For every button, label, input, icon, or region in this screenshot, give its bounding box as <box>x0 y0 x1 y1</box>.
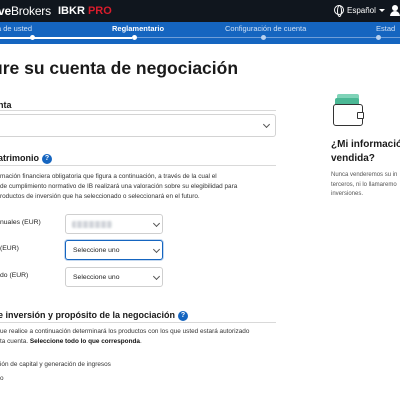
step-dot <box>261 35 266 40</box>
page-title: ure su cuenta de negociación <box>0 58 239 78</box>
step-account-config[interactable]: Configuración de cuenta <box>225 24 306 33</box>
objective-option[interactable]: o <box>0 375 4 382</box>
liquid-net-worth-select[interactable]: Seleccione uno <box>65 267 163 287</box>
user-icon-body <box>390 11 400 16</box>
step-status[interactable]: Estad <box>376 24 395 33</box>
wallet-icon <box>333 94 364 128</box>
net-worth-heading-text: atrimonio <box>0 153 40 163</box>
sidebar-text: Nunca venderemos su in terceros, ni lo l… <box>331 172 398 197</box>
paragraph-line: roductos de inversión que ha seleccionad… <box>0 193 200 200</box>
objective-option-capital-income[interactable]: ión de capital y generación de ingresos <box>0 361 111 368</box>
blurred-value <box>72 221 112 228</box>
caret-down-icon <box>378 8 385 12</box>
chevron-down-icon <box>152 219 161 228</box>
paragraph-line: de cumplimiento normativo de IB realizar… <box>0 183 238 190</box>
chevron-down-icon <box>152 272 161 281</box>
annual-income-label: nuales (EUR) <box>0 219 41 226</box>
investment-objectives-heading-text: e inversión y propósito de la negociació… <box>0 310 176 320</box>
net-worth-description: mación financiera obligatoria que figura… <box>0 172 268 202</box>
wallet-clasp <box>357 112 364 119</box>
help-icon[interactable]: ? <box>42 153 53 164</box>
select-value: Seleccione uno <box>73 247 120 254</box>
annual-income-select[interactable] <box>65 214 163 234</box>
user-icon[interactable] <box>389 5 400 17</box>
language-label: Español <box>347 5 376 15</box>
paragraph-line: ue realice a continuación determinará lo… <box>0 328 250 335</box>
net-worth-heading: atrimonio? <box>0 153 53 164</box>
section-divider <box>0 165 276 166</box>
top-navigation-bar: veBrokers IBKR PRO Español <box>0 0 400 22</box>
paragraph-line: ta cuenta. Seleccione todo lo que corres… <box>0 337 290 347</box>
net-worth-select[interactable]: Seleccione uno <box>65 240 163 260</box>
brand-logo-bold: ve <box>0 4 11 18</box>
step-dot <box>30 35 35 40</box>
paragraph-line: mación financiera obligatoria que figura… <box>0 173 217 180</box>
progress-steps: a de usted Reglamentario Configuración d… <box>0 22 400 44</box>
help-icon[interactable]: ? <box>178 310 189 321</box>
paragraph-emphasis: Seleccione todo lo que corresponda <box>29 338 140 345</box>
net-worth-label: (EUR) <box>0 245 19 252</box>
select-value: Seleccione uno <box>73 274 120 281</box>
paragraph-text: ta cuenta. <box>0 338 30 345</box>
language-selector[interactable]: Español <box>334 5 385 17</box>
sidebar-title: ¿Mi informació vendida? <box>331 139 400 164</box>
section-divider <box>0 322 276 323</box>
chevron-down-icon <box>262 120 271 129</box>
investment-objectives-description: ue realice a continuación determinará lo… <box>0 327 290 347</box>
product-name-suffix: PRO <box>87 5 112 17</box>
liquid-net-worth-label: do (EUR) <box>0 272 29 279</box>
step-dot <box>132 35 137 40</box>
account-label: nta <box>0 100 12 110</box>
brand-logo-rest: Brokers <box>10 4 51 18</box>
progress-fill <box>0 37 132 39</box>
product-name-main: IBKR <box>58 5 85 17</box>
section-divider <box>0 110 276 111</box>
globe-icon <box>334 5 344 17</box>
investment-objectives-heading: e inversión y propósito de la negociació… <box>0 310 189 321</box>
chevron-down-icon <box>152 245 161 254</box>
account-type-select[interactable] <box>0 114 276 137</box>
step-regulatory[interactable]: Reglamentario <box>112 24 164 33</box>
step-about-you[interactable]: a de usted <box>0 24 32 33</box>
paragraph-text: . <box>139 338 142 345</box>
brand-logo[interactable]: veBrokers <box>0 4 51 18</box>
product-name: IBKR PRO <box>58 5 112 17</box>
step-dot <box>376 35 381 40</box>
